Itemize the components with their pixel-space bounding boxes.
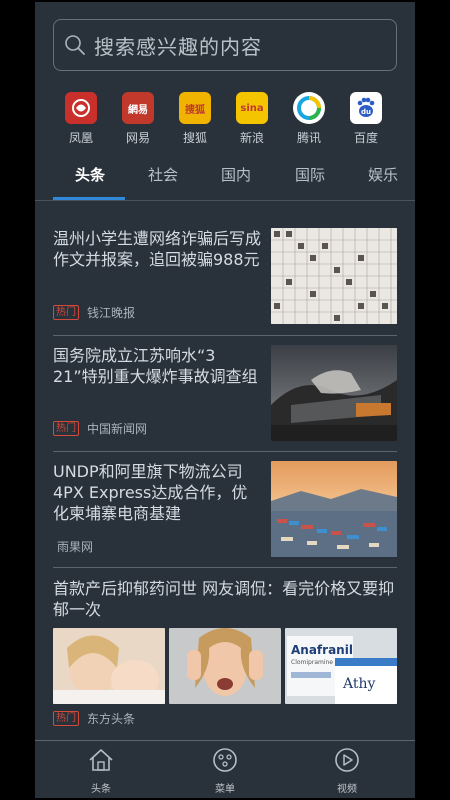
search-input[interactable]: 搜索感兴趣的内容 (53, 19, 397, 71)
news-meta: 热门 钱江晚报 (53, 304, 135, 321)
news-title: 温州小学生遭网络诈骗后写成作文并报案，追回被骗988元 (53, 229, 262, 269)
news-thumbnail (271, 345, 397, 441)
source-label: 腾讯 (296, 131, 321, 145)
ifeng-logo-icon (65, 92, 97, 124)
tab-domestic[interactable]: 国内 (221, 164, 251, 185)
source-label: 百度 (353, 131, 378, 145)
nav-menu[interactable]: 菜单 (195, 747, 255, 795)
source-label: 凤凰 (68, 131, 93, 145)
news-title: 国务院成立江苏响水“3 21”特别重大爆炸事故调查组 (53, 346, 258, 386)
play-icon (335, 748, 359, 772)
source-sina[interactable]: sina 新浪 (230, 92, 274, 146)
tab-entertainment[interactable]: 娱乐 (368, 164, 398, 185)
category-tabs: 头条 社会 国内 国际 娱乐 (35, 157, 415, 201)
tencent-logo-icon (293, 92, 325, 124)
source-baidu[interactable]: du 百度 (344, 92, 388, 146)
news-title: UNDP和阿里旗下物流公司4PX Express达成合作，优化柬埔寨电商基建 (53, 462, 248, 523)
drug-box-label: Athy (342, 676, 376, 692)
nav-headlines[interactable]: 头条 (71, 747, 131, 795)
news-thumbnail: Anafranil Clomipramine Athy (285, 628, 397, 704)
search-icon (65, 35, 85, 55)
baidu-logo-text: du (361, 108, 371, 116)
active-tab-indicator (53, 197, 125, 200)
app-screen: 搜索感兴趣的内容 凤凰 網易 网易 搜狐 搜狐 sina 新浪 腾讯 du 百度… (35, 2, 415, 798)
source-label: 搜狐 (182, 131, 207, 145)
home-icon (89, 749, 113, 771)
nav-label: 视频 (337, 784, 357, 795)
bottom-nav: 头条 菜单 视频 (35, 740, 415, 798)
source-ifeng[interactable]: 凤凰 (59, 92, 103, 146)
netease-logo-text: 網易 (128, 104, 148, 116)
tab-headlines[interactable]: 头条 (75, 164, 105, 185)
hot-badge: 热门 (53, 711, 79, 726)
source-sohu[interactable]: 搜狐 搜狐 (173, 92, 217, 146)
sohu-logo-text: 搜狐 (185, 104, 205, 116)
sohu-logo-icon: 搜狐 (179, 92, 211, 124)
source-label: 新浪 (239, 131, 264, 145)
drug-box-sublabel: Clomipramine (291, 659, 333, 666)
source-list: 凤凰 網易 网易 搜狐 搜狐 sina 新浪 腾讯 du 百度 (35, 92, 415, 147)
news-thumbnail (271, 461, 397, 557)
divider (53, 335, 397, 336)
source-netease[interactable]: 網易 网易 (116, 92, 160, 146)
news-title: 首款产后抑郁药问世 网友调侃：看完价格又要抑郁一次 (53, 579, 395, 619)
source-tencent[interactable]: 腾讯 (287, 92, 331, 146)
news-thumbnail (53, 628, 165, 704)
tab-society[interactable]: 社会 (148, 164, 178, 185)
news-thumbnail (169, 628, 281, 704)
divider (53, 567, 397, 568)
hot-badge: 热门 (53, 421, 79, 436)
nav-video[interactable]: 视频 (317, 747, 377, 795)
news-source: 东方头条 (87, 712, 136, 726)
nav-label: 菜单 (215, 784, 235, 795)
news-meta: 雨果网 (57, 538, 93, 555)
menu-icon (213, 748, 237, 772)
netease-logo-icon: 網易 (122, 92, 154, 124)
nav-label: 头条 (91, 784, 111, 795)
source-label: 网易 (125, 131, 150, 145)
drug-box-label: Anafranil (291, 643, 353, 657)
baidu-logo-icon: du (350, 92, 382, 124)
news-source: 雨果网 (57, 540, 94, 554)
hot-badge: 热门 (53, 305, 79, 320)
news-meta: 热门 东方头条 (53, 710, 135, 727)
sina-logo-text: sina (240, 102, 264, 114)
news-source: 钱江晚报 (87, 306, 136, 320)
news-source: 中国新闻网 (87, 422, 148, 436)
sina-logo-icon: sina (236, 92, 268, 124)
divider (53, 451, 397, 452)
news-thumbnail (271, 228, 397, 324)
search-placeholder: 搜索感兴趣的内容 (94, 34, 262, 59)
tab-international[interactable]: 国际 (295, 164, 325, 185)
news-meta: 热门 中国新闻网 (53, 420, 147, 437)
